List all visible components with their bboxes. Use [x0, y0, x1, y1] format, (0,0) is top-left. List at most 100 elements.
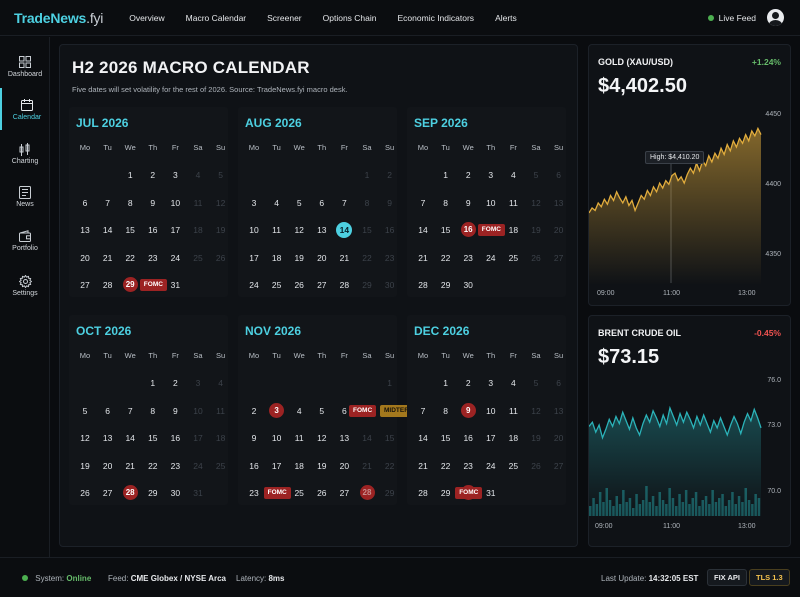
calendar-day[interactable]: 13 [548, 195, 570, 211]
calendar-day[interactable]: 31 [187, 485, 209, 501]
calendar-day[interactable]: 12 [288, 222, 310, 238]
calendar-day[interactable]: 25 [288, 485, 310, 501]
calendar-day[interactable]: 27 [311, 277, 333, 293]
calendar-day[interactable]: 19 [311, 458, 333, 474]
calendar-day[interactable]: 27 [74, 277, 96, 293]
calendar-day[interactable]: 2 [457, 167, 479, 183]
calendar-day[interactable]: 10 [266, 430, 288, 446]
calendar-day[interactable]: 14 [356, 430, 378, 446]
calendar-day[interactable]: 15 [435, 222, 457, 238]
calendar-day[interactable]: 9 [379, 195, 401, 211]
calendar-day[interactable]: 26 [525, 458, 547, 474]
calendar-day[interactable]: 23 [164, 458, 186, 474]
calendar-day[interactable]: 1 [356, 167, 378, 183]
calendar-day[interactable]: 17 [164, 222, 186, 238]
calendar-day[interactable]: 16 [379, 222, 401, 238]
calendar-day[interactable]: 22 [142, 458, 164, 474]
calendar-day[interactable]: 25 [266, 277, 288, 293]
calendar-day[interactable]: 18 [210, 430, 232, 446]
calendar-day[interactable]: 6 [97, 403, 119, 419]
calendar-day[interactable]: 23 [457, 250, 479, 266]
calendar-day[interactable]: 18 [266, 250, 288, 266]
calendar-day[interactable]: 10 [480, 195, 502, 211]
calendar-day[interactable]: 13 [74, 222, 96, 238]
calendar-day[interactable]: 20 [311, 250, 333, 266]
calendar-day[interactable]: 15 [356, 222, 378, 238]
calendar-day[interactable]: 1 [435, 375, 457, 391]
calendar-day[interactable]: 28 [412, 485, 434, 501]
calendar-day[interactable]: 28 [122, 485, 138, 500]
calendar-day[interactable]: 21 [412, 250, 434, 266]
calendar-day[interactable]: 2 [142, 167, 164, 183]
calendar-day[interactable]: 8 [142, 403, 164, 419]
brent-price-chart[interactable] [589, 316, 791, 547]
calendar-day[interactable]: 29 [122, 277, 138, 292]
calendar-day[interactable]: 12 [311, 430, 333, 446]
calendar-day[interactable]: 13 [311, 222, 333, 238]
calendar-day[interactable]: 28 [97, 277, 119, 293]
calendar-day[interactable]: 3 [187, 375, 209, 391]
calendar-day[interactable]: 5 [525, 375, 547, 391]
calendar-day[interactable]: 24 [480, 250, 502, 266]
calendar-day[interactable]: 15 [435, 430, 457, 446]
calendar-day[interactable]: 29 [356, 277, 378, 293]
calendar-day[interactable]: 10 [187, 403, 209, 419]
calendar-day[interactable]: 18 [288, 458, 310, 474]
calendar-day[interactable]: 7 [333, 195, 355, 211]
calendar-day[interactable]: 22 [356, 250, 378, 266]
calendar-day[interactable]: 16 [460, 222, 476, 237]
event-tag-fomc[interactable]: FOMC [263, 487, 291, 499]
calendar-day[interactable]: 3 [269, 402, 285, 418]
calendar-day[interactable]: 5 [210, 167, 232, 183]
calendar-day[interactable]: 31 [480, 485, 502, 501]
event-tag-fomc[interactable]: FOMC [139, 279, 167, 291]
user-avatar-icon[interactable] [767, 9, 784, 26]
calendar-day[interactable]: 13 [548, 403, 570, 419]
calendar-day[interactable]: 11 [502, 195, 524, 211]
calendar-day[interactable]: 20 [548, 222, 570, 238]
calendar-day[interactable]: 7 [412, 403, 434, 419]
calendar-day[interactable]: 15 [119, 222, 141, 238]
calendar-day[interactable]: 29 [379, 485, 401, 501]
calendar-day[interactable]: 10 [480, 403, 502, 419]
calendar-day[interactable]: 8 [119, 195, 141, 211]
calendar-day[interactable]: 13 [333, 430, 355, 446]
calendar-day[interactable]: 6 [548, 375, 570, 391]
calendar-day[interactable]: 2 [379, 167, 401, 183]
calendar-day[interactable]: 22 [379, 458, 401, 474]
calendar-day[interactable]: 8 [356, 195, 378, 211]
calendar-day[interactable]: 18 [187, 222, 209, 238]
calendar-day[interactable]: 24 [243, 277, 265, 293]
calendar-day[interactable]: 21 [356, 458, 378, 474]
calendar-day[interactable]: 16 [164, 430, 186, 446]
calendar-day[interactable]: 25 [187, 250, 209, 266]
calendar-day[interactable]: 11 [187, 195, 209, 211]
calendar-day[interactable]: 21 [412, 458, 434, 474]
calendar-day[interactable]: 6 [311, 195, 333, 211]
calendar-day[interactable]: 10 [243, 222, 265, 238]
calendar-day[interactable]: 6 [548, 167, 570, 183]
calendar-day[interactable]: 1 [379, 375, 401, 391]
calendar-day[interactable]: 9 [460, 402, 476, 418]
calendar-day[interactable]: 10 [164, 195, 186, 211]
calendar-day[interactable]: 17 [243, 250, 265, 266]
calendar-day[interactable]: 18 [502, 222, 524, 238]
calendar-day[interactable]: 1 [435, 167, 457, 183]
calendar-day[interactable]: 6 [74, 195, 96, 211]
event-tag-fomc[interactable]: FOMC [349, 404, 377, 417]
calendar-day[interactable]: 24 [480, 458, 502, 474]
calendar-day[interactable]: 5 [288, 195, 310, 211]
calendar-day[interactable]: 5 [74, 403, 96, 419]
calendar-day[interactable]: 3 [480, 375, 502, 391]
calendar-day[interactable]: 21 [119, 458, 141, 474]
calendar-day[interactable]: 4 [187, 167, 209, 183]
sidebar-item-settings[interactable]: Settings [0, 264, 50, 306]
calendar-day[interactable]: 9 [457, 195, 479, 211]
calendar-day[interactable]: 14 [412, 222, 434, 238]
calendar-day[interactable]: 4 [502, 167, 524, 183]
calendar-day[interactable]: 29 [142, 485, 164, 501]
calendar-day[interactable]: 16 [243, 458, 265, 474]
calendar-day[interactable]: 30 [164, 485, 186, 501]
event-tag-fomc[interactable]: FOMC [477, 224, 505, 236]
calendar-day[interactable]: 23 [243, 485, 265, 501]
